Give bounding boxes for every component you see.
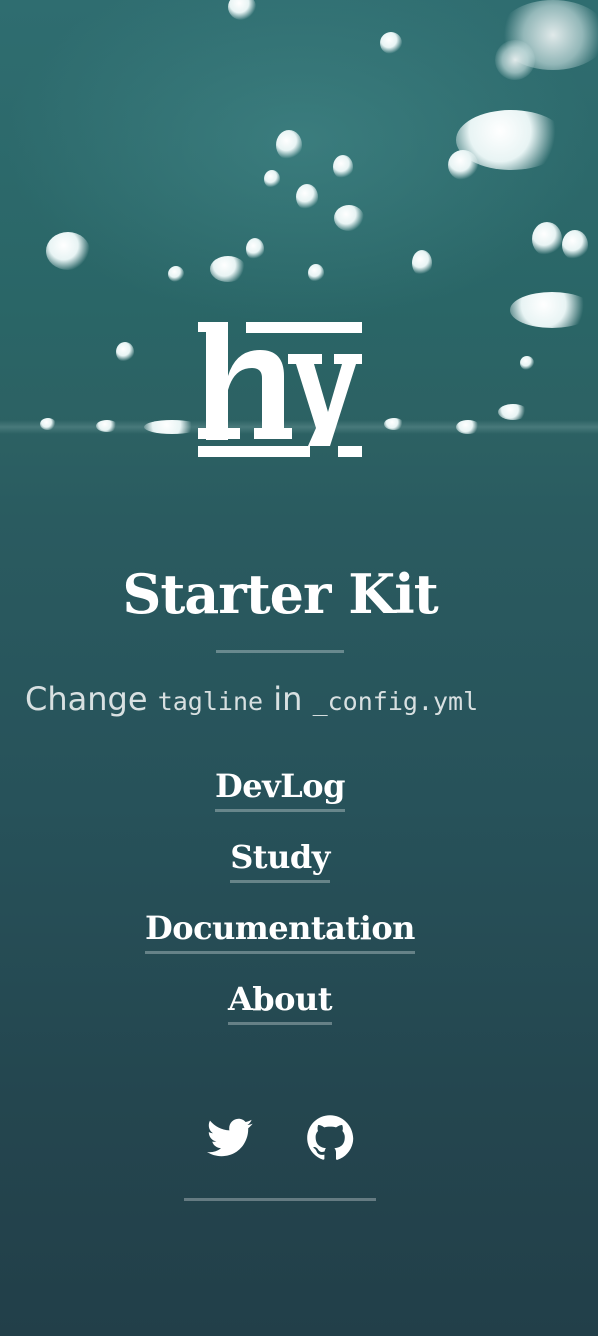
bubble [40, 418, 56, 430]
bubble [495, 40, 535, 80]
bubble [384, 418, 404, 430]
bubble [456, 420, 480, 434]
bubble [498, 404, 528, 420]
bubble [448, 150, 478, 180]
bubble [334, 205, 364, 231]
bubble [308, 264, 324, 282]
site-logo[interactable] [196, 320, 364, 462]
twitter-icon [207, 1118, 254, 1157]
bubble [210, 256, 246, 282]
bubble [510, 292, 594, 328]
bubble [144, 420, 200, 434]
github-link[interactable] [306, 1114, 354, 1162]
bubble [116, 342, 134, 362]
bubble [380, 32, 402, 54]
twitter-link[interactable] [206, 1114, 254, 1162]
social-links [0, 1114, 560, 1162]
site-tagline: Change tagline in _config.yml [25, 677, 565, 724]
nav-link-about[interactable]: About [227, 978, 333, 1025]
nav-link-documentation[interactable]: Documentation [145, 907, 415, 954]
bubble [96, 420, 118, 432]
bubble [264, 170, 280, 188]
bubble [333, 155, 353, 179]
bubble [532, 222, 562, 256]
nav-item-about: About [0, 978, 560, 1049]
hy-logo-icon [198, 322, 362, 457]
sidebar-nav: DevLog Study Documentation About [0, 765, 560, 1049]
tagline-code-config: _config.yml [312, 687, 479, 716]
site-title: Starter Kit [122, 562, 438, 626]
tagline-text-in: in [273, 680, 303, 718]
nav-link-study[interactable]: Study [230, 836, 330, 883]
nav-item-documentation: Documentation [0, 907, 560, 978]
nav-item-devlog: DevLog [0, 765, 560, 836]
bubble [228, 0, 256, 20]
nav-link-devlog[interactable]: DevLog [215, 765, 345, 812]
tagline-text-change: Change [25, 680, 148, 718]
title-divider [216, 650, 344, 653]
bubble [520, 356, 534, 370]
bubble [168, 266, 184, 282]
bubble [246, 238, 264, 260]
bubble [276, 130, 302, 160]
github-icon [306, 1115, 353, 1160]
bubble [296, 184, 318, 210]
bubble [412, 250, 432, 276]
bottom-divider [184, 1198, 376, 1201]
nav-item-study: Study [0, 836, 560, 907]
bubble [46, 232, 90, 270]
tagline-code-tagline: tagline [157, 687, 264, 716]
bubble [562, 230, 588, 260]
